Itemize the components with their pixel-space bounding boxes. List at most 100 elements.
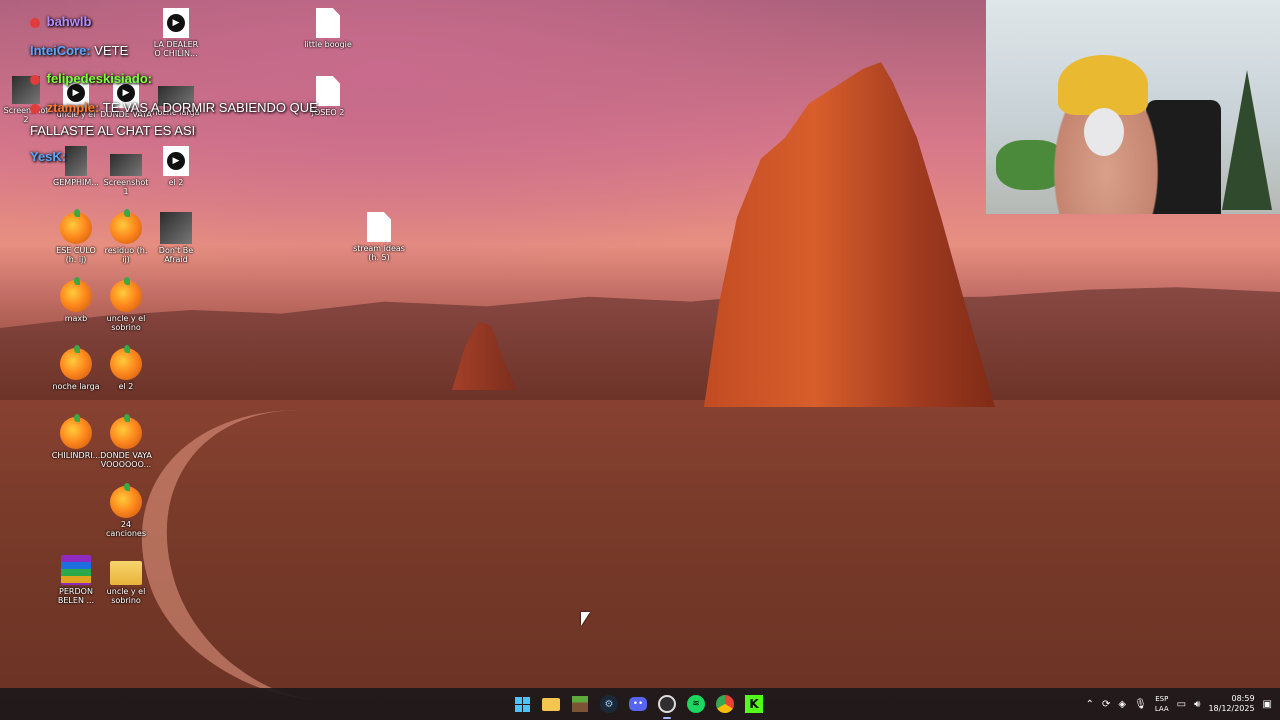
desktop-icon-label: stream ideas (h. 5) bbox=[353, 244, 405, 262]
desktop-icon-24-canciones[interactable]: 24 canciones bbox=[100, 483, 152, 538]
desktop-icon-label: residuo (h. ij) bbox=[104, 246, 148, 264]
fl-studio-icon bbox=[60, 414, 92, 449]
language-code: ESP bbox=[1155, 695, 1169, 703]
desktop-icon-label: 24 canciones bbox=[105, 520, 147, 538]
fl-studio-icon bbox=[110, 209, 142, 244]
taskbar-obs[interactable] bbox=[655, 692, 679, 719]
image-icon bbox=[110, 154, 142, 176]
desktop-icon-uncle-sobrino-folder[interactable]: uncle y el sobrino bbox=[100, 555, 152, 605]
image-icon bbox=[160, 212, 192, 244]
steam-icon: ⚙ bbox=[600, 695, 618, 713]
beanie bbox=[1058, 55, 1148, 115]
badge-icon bbox=[30, 74, 40, 85]
taskbar: ⚙ •• ≋ K ⌃ ⟳ ◈ 🎙︎ ESP LAA ▭ 🔊︎ 08:59 18/… bbox=[0, 688, 1280, 720]
document-icon bbox=[316, 76, 340, 106]
desktop-icon-dont-be-afraid[interactable]: Don't Be Afraid bbox=[150, 212, 202, 264]
chat-text: TE VAS A DORMIR SABIENDO QUE bbox=[102, 100, 318, 115]
keyboard-layout: LAA bbox=[1154, 705, 1169, 713]
desktop-icon-label: DONDE VAYA VOOOOOO... bbox=[100, 451, 152, 469]
security-icon[interactable]: ◈ bbox=[1118, 699, 1126, 710]
desktop-icon-maxb[interactable]: maxb bbox=[50, 277, 102, 323]
minecraft-icon bbox=[572, 696, 588, 712]
kick-icon: K bbox=[745, 695, 763, 713]
desktop-icon-label: el 2 bbox=[118, 382, 134, 391]
webcam-overlay bbox=[986, 0, 1280, 214]
taskbar-chrome[interactable] bbox=[713, 692, 737, 716]
desktop-icon-perdon-belen[interactable]: PERDON BELEN ... bbox=[50, 555, 102, 605]
obs-icon bbox=[658, 695, 676, 713]
chat-username: ztample: bbox=[46, 100, 100, 115]
taskbar-kick[interactable]: K bbox=[742, 692, 766, 716]
desktop-icon-chilindri[interactable]: CHILINDRI... bbox=[50, 414, 102, 460]
taskbar-minecraft[interactable] bbox=[568, 692, 592, 716]
wallpaper-road bbox=[92, 410, 534, 700]
desktop-icon-la-dealer[interactable]: ▶ LA DEALER O CHILIN... bbox=[150, 8, 202, 58]
start-button[interactable] bbox=[510, 692, 534, 716]
desktop-icon-ese-culo[interactable]: ESE CULO (h. ij) bbox=[50, 209, 102, 264]
notifications-icon[interactable]: ▣ bbox=[1263, 699, 1272, 710]
desktop-icon-little-boogie[interactable]: little boogie bbox=[302, 8, 354, 49]
chat-text: FALLASTE AL CHAT ES ASI bbox=[30, 123, 196, 138]
desktop-icon-label: CHILINDRI... bbox=[51, 451, 101, 460]
desktop-icon-label: Don't Be Afraid bbox=[158, 246, 194, 264]
taskbar-discord[interactable]: •• bbox=[626, 692, 650, 716]
desktop-icon-uncle-sobrino-fl[interactable]: uncle y el sobrino bbox=[100, 277, 152, 332]
fl-studio-icon bbox=[110, 483, 142, 518]
desktop-icon-screenshot-1[interactable]: Screenshot 1 bbox=[100, 146, 152, 196]
chat-message: YesK: bbox=[30, 149, 66, 164]
desktop-icon-label: LA DEALER O CHILIN... bbox=[153, 40, 199, 58]
desktop-icon-label: Screenshot 1 bbox=[103, 178, 149, 196]
desktop-icon-label: uncle y el sobrino bbox=[106, 314, 146, 332]
chat-message-continued: FALLASTE AL CHAT ES ASI bbox=[30, 123, 195, 138]
volume-icon[interactable]: 🔊︎ bbox=[1194, 699, 1200, 710]
chevron-up-icon[interactable]: ⌃ bbox=[1086, 699, 1094, 710]
chat-message: ztample: TE VAS A DORMIR SABIENDO QUE bbox=[30, 100, 318, 115]
christmas-tree bbox=[1222, 70, 1272, 210]
mouse-cursor bbox=[581, 612, 590, 626]
desktop-icon-residuo[interactable]: residuo (h. ij) bbox=[100, 209, 152, 264]
document-icon bbox=[367, 212, 391, 242]
chat-username: YesK: bbox=[30, 149, 67, 164]
document-icon bbox=[316, 8, 340, 38]
fl-studio-icon bbox=[110, 345, 142, 380]
taskbar-spotify[interactable]: ≋ bbox=[684, 692, 708, 716]
wallpaper-butte bbox=[704, 62, 995, 407]
taskbar-steam[interactable]: ⚙ bbox=[597, 692, 621, 716]
clock-time: 08:59 bbox=[1231, 694, 1255, 703]
desktop-icon-label: noche larga bbox=[52, 382, 100, 391]
fl-studio-icon bbox=[110, 414, 142, 449]
desktop-icon-noche-larga-2[interactable]: noche larga bbox=[50, 345, 102, 391]
desktop-icon-el-2-video[interactable]: ▶ el 2 bbox=[150, 146, 202, 187]
folder-icon bbox=[542, 697, 560, 711]
winrar-icon bbox=[61, 555, 91, 585]
video-file-icon: ▶ bbox=[163, 8, 189, 38]
language-indicator[interactable]: ESP LAA bbox=[1155, 694, 1169, 714]
desktop-icon-label: little boogie bbox=[304, 40, 352, 49]
desktop-icon-label: maxb bbox=[64, 314, 88, 323]
desktop-icon-label: el 2 bbox=[168, 178, 184, 187]
chat-username: bahwlb bbox=[46, 14, 92, 29]
chat-message: felipedeskisiado: bbox=[30, 71, 152, 86]
desktop-icon-el-2-fl[interactable]: el 2 bbox=[100, 345, 152, 391]
fl-studio-icon bbox=[60, 209, 92, 244]
spotify-icon: ≋ bbox=[687, 695, 705, 713]
system-tray: ⌃ ⟳ ◈ 🎙︎ ESP LAA ▭ 🔊︎ 08:59 18/12/2025 ▣ bbox=[1086, 688, 1272, 720]
headset bbox=[1084, 108, 1124, 156]
folder-icon bbox=[110, 561, 142, 585]
desktop-icon-stream-ideas[interactable]: stream ideas (h. 5) bbox=[353, 212, 405, 262]
desktop-icon-label: GEMPHIM... bbox=[53, 178, 99, 187]
clock[interactable]: 08:59 18/12/2025 bbox=[1208, 694, 1254, 714]
fl-studio-icon bbox=[60, 345, 92, 380]
badge-icon bbox=[30, 17, 40, 28]
discord-icon: •• bbox=[629, 697, 647, 711]
desktop-icon-donde-vaya-fl[interactable]: DONDE VAYA VOOOOOO... bbox=[100, 414, 152, 469]
chrome-icon bbox=[716, 695, 734, 713]
taskbar-file-explorer[interactable] bbox=[539, 692, 563, 716]
clock-date: 18/12/2025 bbox=[1208, 704, 1255, 713]
sync-icon[interactable]: ⟳ bbox=[1102, 699, 1110, 710]
desktop-icon-label: PERDON BELEN ... bbox=[57, 587, 95, 605]
taskbar-apps: ⚙ •• ≋ K bbox=[510, 688, 766, 720]
badge-icon bbox=[30, 103, 40, 114]
network-icon[interactable]: ▭ bbox=[1177, 699, 1186, 710]
microphone-icon[interactable]: 🎙︎ bbox=[1134, 699, 1147, 710]
